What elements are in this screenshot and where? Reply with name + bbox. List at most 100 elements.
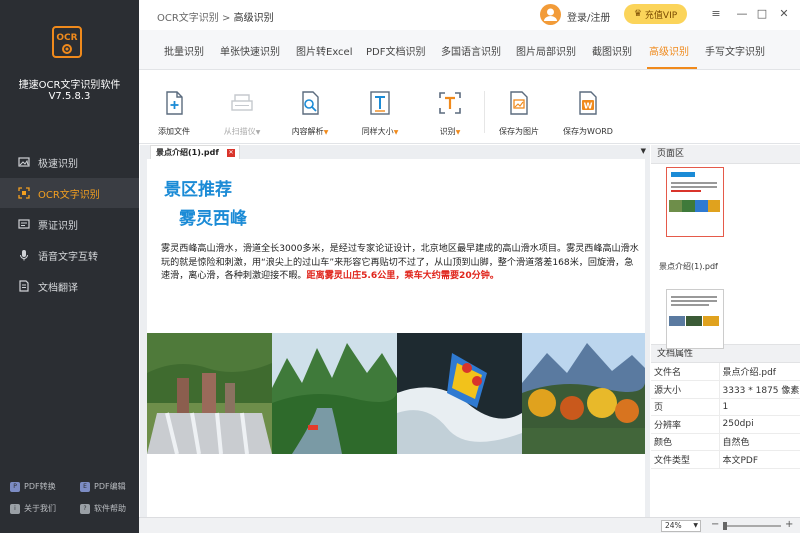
- microphone-icon: [18, 249, 30, 261]
- sidebar-item-ocr[interactable]: OCR文字识别: [0, 178, 139, 208]
- user-icon: [544, 8, 557, 21]
- tab-screenshot[interactable]: 截图识别: [592, 43, 632, 58]
- tab-single-fast[interactable]: 单张快速识别: [220, 43, 280, 58]
- sidebar: OCR 捷速OCR文字识别软件 V7.5.8.3 极速识别 OCR文字识别 票证…: [0, 0, 139, 533]
- scanner-icon: [231, 94, 253, 111]
- right-panel: 页面区 景点介绍(1).pdf 文档属性 文件名 景点介绍.pdf 源大小 33…: [651, 145, 800, 469]
- recognize-button[interactable]: 识别▼: [415, 89, 485, 137]
- sidebar-item-label: OCR文字识别: [38, 189, 100, 201]
- login-register-link[interactable]: 登录/注册: [567, 9, 610, 24]
- status-bar: 24% ▼ − +: [139, 517, 800, 533]
- same-size-button[interactable]: 同样大小▼: [345, 89, 415, 137]
- save-word-icon: W: [579, 91, 597, 115]
- page-thumbnails[interactable]: 景点介绍(1).pdf: [651, 164, 800, 349]
- sidebar-item-card-recognize[interactable]: 票证识别: [0, 209, 139, 239]
- ocr-logo-icon: OCR: [52, 26, 82, 58]
- page-heading: 景区推荐: [164, 180, 232, 200]
- maximize-icon[interactable]: □: [755, 7, 769, 21]
- save-as-word-button[interactable]: W 保存为WORD: [553, 89, 623, 137]
- add-file-button[interactable]: 添加文件: [139, 89, 209, 137]
- document-icon: [18, 280, 30, 292]
- table-row: 分辨率 250dpi: [651, 415, 800, 434]
- app-version: V7.5.8.3: [48, 91, 91, 102]
- tab-advanced[interactable]: 高级识别: [649, 43, 689, 58]
- add-file-icon: [166, 91, 183, 115]
- page-paragraph: 雾灵西峰高山滑水，滑道全长3000多米，是经过专家论证设计，北京地区最早建成的高…: [161, 244, 639, 281]
- tab-batch[interactable]: 批量识别: [164, 43, 204, 58]
- ocr-frame-icon: [18, 187, 30, 199]
- footer-pdf-edit[interactable]: E PDF编辑: [80, 481, 126, 492]
- table-row: 页1: [651, 398, 800, 416]
- tab-handwriting[interactable]: 手写文字识别: [705, 43, 765, 58]
- scanner-button[interactable]: 从扫描仪▼: [207, 89, 277, 137]
- page-thumbnail-1[interactable]: [666, 167, 724, 237]
- avatar[interactable]: [540, 4, 561, 25]
- sidebar-item-label: 文档翻译: [38, 282, 78, 294]
- photo-strip: [147, 333, 645, 454]
- sidebar-item-label: 票证识别: [38, 220, 78, 232]
- crown-icon: ♛: [633, 9, 642, 19]
- breadcrumb: OCR文字识别 > 高级识别: [157, 13, 274, 24]
- breadcrumb-root[interactable]: OCR文字识别: [157, 13, 219, 24]
- tab-list-dropdown-icon[interactable]: ▼: [641, 147, 646, 155]
- vip-recharge-button[interactable]: ♛ 充值VIP: [624, 4, 687, 24]
- info-icon: i: [10, 503, 20, 514]
- menu-icon[interactable]: ≡: [709, 7, 723, 21]
- footer-pdf-convert[interactable]: P PDF转换: [10, 481, 56, 492]
- toolbar: 添加文件 从扫描仪▼ 内容解析▼ 同样大小▼ 识别▼ 保存为图片 W 保存为WO…: [139, 71, 800, 144]
- zoom-slider-handle[interactable]: [723, 522, 727, 530]
- zoom-in-icon[interactable]: +: [785, 519, 793, 530]
- photo-rafting: [397, 333, 522, 454]
- thumbnail-label: 景点介绍(1).pdf: [659, 262, 718, 271]
- sidebar-item-label: 语音文字互转: [38, 251, 98, 263]
- sidebar-item-fast-recognize[interactable]: 极速识别: [0, 147, 139, 177]
- recognize-icon: [439, 92, 461, 114]
- minimize-icon[interactable]: —: [735, 7, 749, 21]
- footer-help[interactable]: ? 软件帮助: [80, 503, 126, 514]
- table-row: 文件名 景点介绍.pdf: [651, 363, 800, 381]
- zoom-select[interactable]: 24% ▼: [661, 520, 701, 532]
- content-parse-icon: [302, 91, 319, 115]
- tab-pdf-doc[interactable]: PDF文档识别: [366, 43, 425, 58]
- same-size-icon: [370, 91, 390, 115]
- pdf-convert-icon: P: [10, 481, 20, 492]
- save-image-icon: [510, 91, 528, 115]
- tab-multi-language[interactable]: 多国语言识别: [441, 43, 501, 58]
- save-as-image-button[interactable]: 保存为图片: [484, 89, 554, 137]
- footer-about-us[interactable]: i 关于我们: [10, 503, 56, 514]
- sidebar-nav: 极速识别 OCR文字识别 票证识别 语音文字互转 文档翻译: [0, 147, 139, 302]
- app-name: 捷速OCR文字识别软件: [18, 80, 121, 91]
- close-tab-icon[interactable]: ✕: [227, 149, 235, 157]
- document-tab[interactable]: 景点介绍(1).pdf ✕: [150, 145, 240, 159]
- breadcrumb-current: 高级识别: [233, 13, 274, 24]
- photo-autumn-mountains: [522, 333, 645, 454]
- content-parse-button[interactable]: 内容解析▼: [275, 89, 345, 137]
- document-page: 景区推荐 雾灵西峰 雾灵西峰高山滑水，滑道全长3000多米，是经过专家论证设计，…: [147, 159, 645, 517]
- svg-text:W: W: [584, 102, 593, 111]
- document-viewer[interactable]: 景点介绍(1).pdf ✕ ▼ 景区推荐 雾灵西峰 雾灵西峰高山滑水，滑道全长3…: [140, 145, 650, 517]
- feature-tabs: 批量识别 单张快速识别 图片转Excel PDF文档识别 多国语言识别 图片局部…: [139, 30, 800, 70]
- title-bar: OCR文字识别 > 高级识别 登录/注册 ♛ 充值VIP ≡ — □ ✕: [139, 0, 800, 30]
- photo-karst-river: [272, 333, 397, 454]
- chevron-down-icon: ▼: [693, 522, 698, 529]
- sidebar-item-doc-translate[interactable]: 文档翻译: [0, 271, 139, 301]
- table-row: 颜色 自然色: [651, 433, 800, 451]
- page-thumbnail-2[interactable]: [666, 289, 724, 349]
- sidebar-item-label: 极速识别: [38, 158, 78, 170]
- pdf-edit-icon: E: [80, 481, 90, 492]
- highlight-text: 距离雾灵山庄5.6公里，乘车大约需要20分钟。: [306, 271, 499, 281]
- card-icon: [18, 218, 30, 230]
- help-icon: ?: [80, 503, 90, 514]
- doc-props-table: 文件名 景点介绍.pdf 源大小 3333 * 1875 像素 页1 分辨率 250d…: [651, 363, 800, 469]
- photo-waterfall: [147, 333, 272, 454]
- sidebar-item-voice-text[interactable]: 语音文字互转: [0, 240, 139, 270]
- image-icon: [18, 156, 30, 168]
- zoom-slider[interactable]: [723, 522, 781, 530]
- table-row: 文件类型 本文PDF: [651, 450, 800, 469]
- tab-image-partial[interactable]: 图片局部识别: [516, 43, 576, 58]
- table-row: 源大小 3333 * 1875 像素: [651, 380, 800, 399]
- tab-image-excel[interactable]: 图片转Excel: [296, 43, 353, 58]
- close-icon[interactable]: ✕: [777, 7, 791, 21]
- page-panel-title: 页面区: [651, 145, 800, 164]
- zoom-out-icon[interactable]: −: [711, 519, 719, 530]
